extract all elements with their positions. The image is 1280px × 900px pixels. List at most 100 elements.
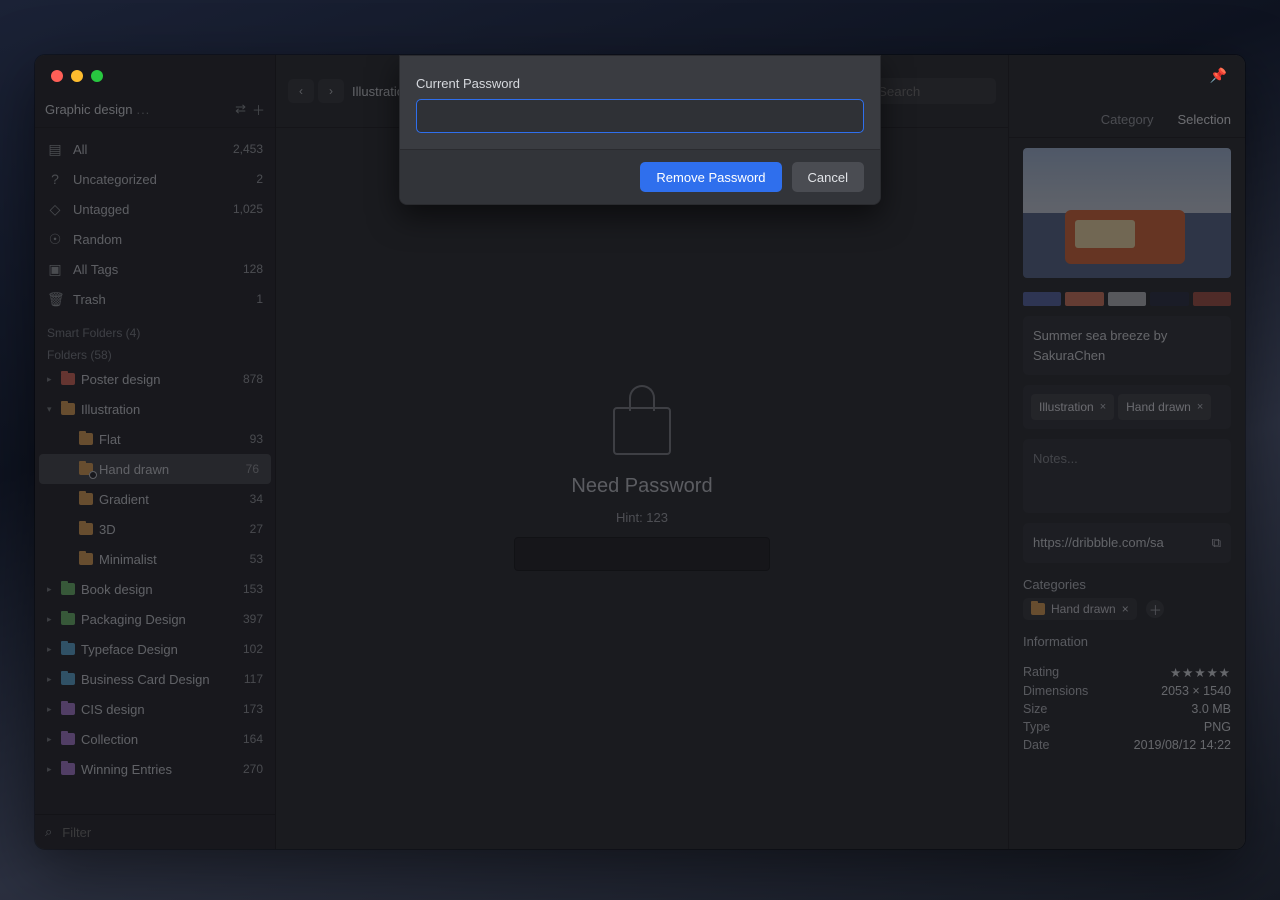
disclosure-icon[interactable]: ▸ [47, 614, 55, 625]
folder-gradient[interactable]: Gradient34 [35, 484, 275, 514]
folder-minimalist[interactable]: Minimalist53 [35, 544, 275, 574]
search-input[interactable] [876, 83, 986, 100]
disclosure-icon[interactable]: ▸ [47, 674, 55, 685]
add-category-button[interactable]: ＋ [1146, 600, 1164, 618]
add-library-icon[interactable]: ＋ [252, 100, 265, 119]
info-key: Rating [1023, 665, 1059, 680]
disclosure-icon[interactable]: ▸ [47, 764, 55, 775]
color-swatch[interactable] [1150, 292, 1188, 306]
folder-winning-entries[interactable]: ▸Winning Entries270 [35, 754, 275, 784]
folder-icon [61, 733, 75, 745]
remove-tag-icon[interactable]: × [1100, 399, 1106, 416]
tab-selection[interactable]: Selection [1178, 112, 1231, 127]
disclosure-icon[interactable]: ▸ [47, 644, 55, 655]
source-link[interactable]: https://dribbble.com/sa ⧉ [1023, 523, 1231, 563]
close-button[interactable] [51, 70, 63, 82]
color-swatch[interactable] [1023, 292, 1061, 306]
folder-count: 164 [243, 732, 263, 746]
tag-chip[interactable]: Illustration× [1031, 394, 1114, 420]
color-swatch[interactable] [1065, 292, 1103, 306]
item-count: 1 [256, 292, 263, 306]
item-icon: ☉ [47, 231, 63, 248]
folder-illustration[interactable]: ▾Illustration [35, 394, 275, 424]
folder-hand-drawn[interactable]: Hand drawn76 [39, 454, 271, 484]
library-title[interactable]: Graphic design [45, 102, 132, 117]
folder-book-design[interactable]: ▸Book design153 [35, 574, 275, 604]
folder-icon [79, 523, 93, 535]
minimize-button[interactable] [71, 70, 83, 82]
category-chip-label: Hand drawn [1051, 602, 1116, 616]
sidebar-item-all[interactable]: ▤All2,453 [35, 134, 275, 164]
color-swatch[interactable] [1108, 292, 1146, 306]
info-row: Rating★★★★★ [1023, 663, 1231, 682]
smart-folders-header[interactable]: Smart Folders (4) [35, 320, 275, 342]
color-palette [1023, 292, 1231, 306]
folder-3d[interactable]: 3D27 [35, 514, 275, 544]
folder-icon [79, 493, 93, 505]
info-value: 2019/08/12 14:22 [1134, 738, 1231, 752]
folder-count: 270 [243, 762, 263, 776]
color-swatch[interactable] [1193, 292, 1231, 306]
sidebar: Graphic design ... ⇄ ＋ ▤All2,453?Uncateg… [35, 55, 276, 849]
folder-business-card-design[interactable]: ▸Business Card Design117 [35, 664, 275, 694]
folder-label: Book design [81, 582, 237, 597]
library-more-icon[interactable]: ... [136, 102, 150, 117]
switch-library-icon[interactable]: ⇄ [235, 101, 246, 117]
filter-input[interactable] [60, 824, 265, 841]
sidebar-item-all-tags[interactable]: ▣All Tags128 [35, 254, 275, 284]
tab-category[interactable]: Category [1101, 112, 1154, 127]
item-label: Untagged [73, 202, 223, 217]
zoom-button[interactable] [91, 70, 103, 82]
sidebar-item-untagged[interactable]: ◇Untagged1,025 [35, 194, 275, 224]
folder-flat[interactable]: Flat93 [35, 424, 275, 454]
disclosure-icon[interactable]: ▸ [47, 734, 55, 745]
nav-back-button[interactable]: ‹ [288, 79, 314, 103]
remove-category-icon[interactable]: × [1122, 602, 1129, 616]
pin-icon[interactable]: 📌 [1210, 67, 1227, 84]
tag-chip[interactable]: Hand drawn× [1118, 394, 1211, 420]
folder-icon [61, 373, 75, 385]
disclosure-icon[interactable]: ▸ [47, 584, 55, 595]
folder-icon [61, 763, 75, 775]
notes-field[interactable]: Notes... [1023, 439, 1231, 513]
sidebar-item-random[interactable]: ☉Random [35, 224, 275, 254]
folder-typeface-design[interactable]: ▸Typeface Design102 [35, 634, 275, 664]
folder-count: 76 [246, 462, 259, 476]
folder-icon [79, 433, 93, 445]
folder-icon [61, 673, 75, 685]
folder-collection[interactable]: ▸Collection164 [35, 724, 275, 754]
category-chip[interactable]: Hand drawn × [1023, 598, 1137, 620]
item-icon: ▣ [47, 261, 63, 278]
folder-cis-design[interactable]: ▸CIS design173 [35, 694, 275, 724]
disclosure-icon[interactable]: ▸ [47, 374, 55, 385]
item-title[interactable]: Summer sea breeze by SakuraChen [1023, 316, 1231, 375]
disclosure-icon[interactable]: ▸ [47, 704, 55, 715]
sidebar-item-trash[interactable]: 🗑Trash1 [35, 284, 275, 314]
folder-packaging-design[interactable]: ▸Packaging Design397 [35, 604, 275, 634]
app-window: 📌 Graphic design ... ⇄ ＋ ▤All2,453?Uncat… [35, 55, 1245, 849]
item-count: 2,453 [233, 142, 263, 156]
folders-header[interactable]: Folders (58) [35, 342, 275, 364]
folder-count: 27 [250, 522, 263, 536]
current-password-input[interactable] [416, 99, 864, 133]
nav-forward-button[interactable]: › [318, 79, 344, 103]
folder-poster-design[interactable]: ▸Poster design878 [35, 364, 275, 394]
folder-label: Packaging Design [81, 612, 237, 627]
open-link-icon[interactable]: ⧉ [1212, 533, 1221, 553]
window-controls [51, 70, 103, 82]
preview-thumbnail[interactable] [1023, 148, 1231, 278]
remove-tag-icon[interactable]: × [1197, 399, 1203, 416]
item-label: All [73, 142, 223, 157]
sidebar-item-uncategorized[interactable]: ?Uncategorized2 [35, 164, 275, 194]
source-url: https://dribbble.com/sa [1033, 533, 1206, 553]
remove-password-button[interactable]: Remove Password [640, 162, 781, 192]
folder-icon [61, 703, 75, 715]
item-label: Uncategorized [73, 172, 246, 187]
search-box[interactable] [866, 78, 996, 104]
info-row: TypePNG [1023, 718, 1231, 736]
cancel-button[interactable]: Cancel [792, 162, 864, 192]
info-key: Dimensions [1023, 684, 1088, 698]
disclosure-icon[interactable]: ▾ [47, 404, 55, 415]
info-row: Dimensions2053 × 1540 [1023, 682, 1231, 700]
locked-password-input[interactable] [514, 537, 770, 571]
